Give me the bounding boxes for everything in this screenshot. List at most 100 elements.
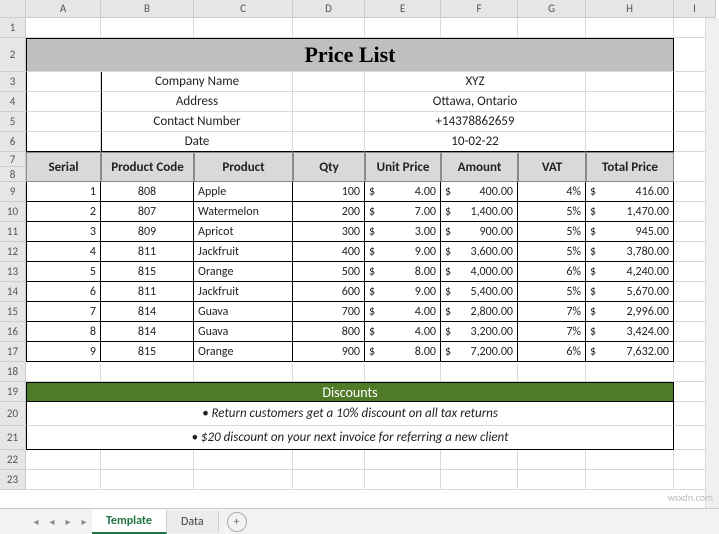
tab-template[interactable]: Template	[92, 510, 167, 534]
cell-total[interactable]: $3,424.00	[586, 322, 674, 342]
cell-amount[interactable]: $3,200.00	[441, 322, 518, 342]
row-header-12[interactable]: 12	[0, 242, 26, 262]
cell-code[interactable]: 811	[101, 282, 194, 302]
cell-unit-price[interactable]: $8.00	[365, 262, 441, 282]
column-header-i[interactable]: I	[674, 0, 716, 18]
cell-serial[interactable]: 3	[26, 222, 101, 242]
cell-vat[interactable]: 7%	[518, 322, 586, 342]
cell-code[interactable]: 814	[101, 322, 194, 342]
row-header-4[interactable]: 4	[0, 92, 26, 112]
row-header-5[interactable]: 5	[0, 112, 26, 132]
cell-serial[interactable]: 7	[26, 302, 101, 322]
cell-amount[interactable]: $400.00	[441, 182, 518, 202]
cell-code[interactable]: 815	[101, 262, 194, 282]
cell-product[interactable]: Guava	[194, 322, 293, 342]
cell-product[interactable]: Apricot	[194, 222, 293, 242]
cell-qty[interactable]: 800	[293, 322, 365, 342]
nav-next-icon[interactable]: ▸	[61, 515, 75, 529]
row-header-21[interactable]: 21	[0, 426, 26, 450]
cell-product[interactable]: Orange	[194, 342, 293, 362]
cell-product[interactable]: Jackfruit	[194, 242, 293, 262]
row-header-9[interactable]: 9	[0, 182, 26, 202]
cell-qty[interactable]: 400	[293, 242, 365, 262]
column-header-g[interactable]: G	[518, 0, 586, 18]
cell-vat[interactable]: 6%	[518, 342, 586, 362]
column-header-e[interactable]: E	[365, 0, 441, 18]
row-header-6[interactable]: 6	[0, 132, 26, 152]
cell-code[interactable]: 814	[101, 302, 194, 322]
cell-qty[interactable]: 200	[293, 202, 365, 222]
cell-product[interactable]: Orange	[194, 262, 293, 282]
cell-serial[interactable]: 1	[26, 182, 101, 202]
cell-unit-price[interactable]: $9.00	[365, 282, 441, 302]
cell-amount[interactable]: $2,800.00	[441, 302, 518, 322]
cell-code[interactable]: 807	[101, 202, 194, 222]
vertical-scrollbar[interactable]	[705, 18, 719, 508]
nav-last-icon[interactable]: ▸	[77, 515, 91, 529]
cell-code[interactable]: 809	[101, 222, 194, 242]
cell-vat[interactable]: 5%	[518, 242, 586, 262]
row-header-10[interactable]: 10	[0, 202, 26, 222]
cell-amount[interactable]: $3,600.00	[441, 242, 518, 262]
select-all-corner[interactable]	[0, 0, 26, 18]
cell-amount[interactable]: $4,000.00	[441, 262, 518, 282]
row-header-2[interactable]: 2	[0, 38, 26, 72]
cell-amount[interactable]: $1,400.00	[441, 202, 518, 222]
cell-qty[interactable]: 500	[293, 262, 365, 282]
cell-unit-price[interactable]: $4.00	[365, 182, 441, 202]
row-header-3[interactable]: 3	[0, 72, 26, 92]
cell-vat[interactable]: 7%	[518, 302, 586, 322]
cell-qty[interactable]: 600	[293, 282, 365, 302]
cell-total[interactable]: $7,632.00	[586, 342, 674, 362]
column-header-d[interactable]: D	[293, 0, 365, 18]
row-header-14[interactable]: 14	[0, 282, 26, 302]
cell-code[interactable]: 808	[101, 182, 194, 202]
cell-serial[interactable]: 8	[26, 322, 101, 342]
cell-total[interactable]: $3,780.00	[586, 242, 674, 262]
row-header-11[interactable]: 11	[0, 222, 26, 242]
nav-first-icon[interactable]: ◂	[29, 515, 43, 529]
cell-qty[interactable]: 100	[293, 182, 365, 202]
row-header-22[interactable]: 22	[0, 450, 26, 470]
nav-prev-icon[interactable]: ◂	[45, 515, 59, 529]
add-sheet-button[interactable]: +	[227, 512, 247, 532]
cell-vat[interactable]: 5%	[518, 202, 586, 222]
cell-amount[interactable]: $7,200.00	[441, 342, 518, 362]
cell-unit-price[interactable]: $4.00	[365, 322, 441, 342]
column-header-a[interactable]: A	[26, 0, 101, 18]
cell-amount[interactable]: $5,400.00	[441, 282, 518, 302]
cell-code[interactable]: 815	[101, 342, 194, 362]
tab-data[interactable]: Data	[167, 511, 219, 533]
row-header-13[interactable]: 13	[0, 262, 26, 282]
cell-amount[interactable]: $900.00	[441, 222, 518, 242]
cell-product[interactable]: Watermelon	[194, 202, 293, 222]
cell-qty[interactable]: 700	[293, 302, 365, 322]
column-header-f[interactable]: F	[441, 0, 518, 18]
cell-product[interactable]: Jackfruit	[194, 282, 293, 302]
cell-total[interactable]: $5,670.00	[586, 282, 674, 302]
cell-serial[interactable]: 4	[26, 242, 101, 262]
cell-unit-price[interactable]: $4.00	[365, 302, 441, 322]
cell-total[interactable]: $4,240.00	[586, 262, 674, 282]
cell-vat[interactable]: 5%	[518, 222, 586, 242]
row-header-15[interactable]: 15	[0, 302, 26, 322]
cell-unit-price[interactable]: $8.00	[365, 342, 441, 362]
cell-serial[interactable]: 2	[26, 202, 101, 222]
cell-qty[interactable]: 300	[293, 222, 365, 242]
row-header-7[interactable]: 7	[0, 152, 26, 167]
cell-total[interactable]: $945.00	[586, 222, 674, 242]
column-header-b[interactable]: B	[101, 0, 194, 18]
cell-vat[interactable]: 4%	[518, 182, 586, 202]
cell-unit-price[interactable]: $7.00	[365, 202, 441, 222]
column-header-h[interactable]: H	[586, 0, 674, 18]
row-header-23[interactable]: 23	[0, 470, 26, 490]
cell-qty[interactable]: 900	[293, 342, 365, 362]
cell-code[interactable]: 811	[101, 242, 194, 262]
row-header-8[interactable]: 8	[0, 167, 26, 182]
cell-vat[interactable]: 5%	[518, 282, 586, 302]
cell-total[interactable]: $1,470.00	[586, 202, 674, 222]
row-header-17[interactable]: 17	[0, 342, 26, 362]
row-header-1[interactable]: 1	[0, 18, 26, 38]
row-header-16[interactable]: 16	[0, 322, 26, 342]
cell-serial[interactable]: 6	[26, 282, 101, 302]
